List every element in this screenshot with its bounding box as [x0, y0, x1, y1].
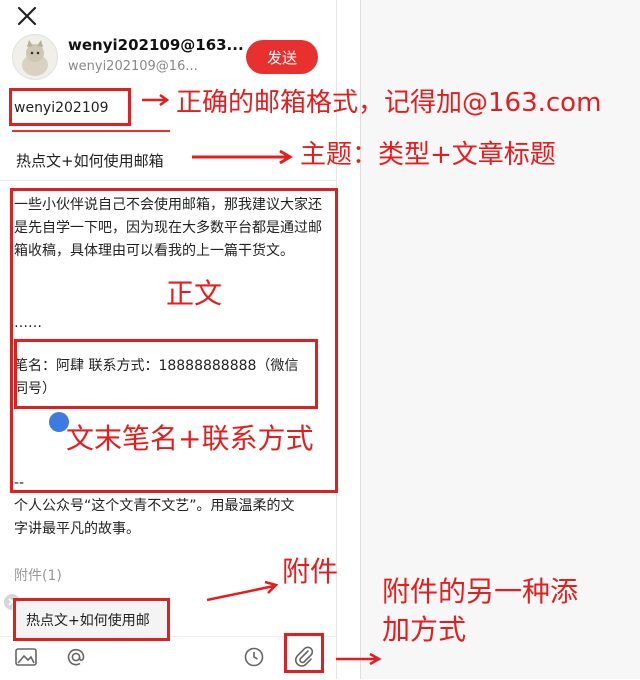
subject-field[interactable]: 热点文+如何使用邮箱: [16, 150, 164, 171]
arrow-right-icon: [206, 580, 279, 602]
cat-avatar-icon: [22, 40, 48, 76]
avatar[interactable]: [12, 34, 58, 80]
recipient-highlight-box: [9, 88, 131, 126]
email-format-annotation: 正确的邮箱格式，记得加@163.com: [176, 88, 602, 118]
arrow-right-icon: [192, 149, 293, 165]
subject-annotation: 主题：类型+文章标题: [300, 140, 556, 170]
close-icon[interactable]: [14, 3, 40, 29]
footer-line: 个人公众号“这个文青不文艺”。用最温柔的文: [14, 498, 295, 514]
arrow-right-icon: [142, 93, 170, 107]
signature-annotation: 文末笔名+联系方式: [66, 422, 314, 455]
divider: [0, 180, 336, 181]
attachment-alt-annotation: 附件的另一种添: [382, 575, 579, 608]
clock-icon[interactable]: [240, 643, 268, 671]
footer-line-2: 字讲最平凡的故事。: [14, 521, 140, 537]
attachment-label: 附件(1): [14, 568, 62, 584]
recipient-underline: [12, 130, 170, 132]
send-button[interactable]: 发送: [246, 40, 318, 74]
at-icon[interactable]: [62, 643, 90, 671]
image-icon[interactable]: [12, 643, 40, 671]
account-address: wenyi202109@16...: [68, 59, 198, 74]
signature-highlight-box: [14, 339, 318, 409]
attachment-highlight-box: [13, 598, 170, 641]
paperclip-highlight-box: [284, 633, 324, 673]
arrow-right-icon: [336, 652, 382, 666]
account-name: wenyi202109@163...: [68, 36, 244, 54]
attachment-alt-annotation-2: 加方式: [382, 613, 467, 646]
body-annotation: 正文: [166, 277, 223, 310]
attachment-annotation: 附件: [282, 555, 339, 588]
